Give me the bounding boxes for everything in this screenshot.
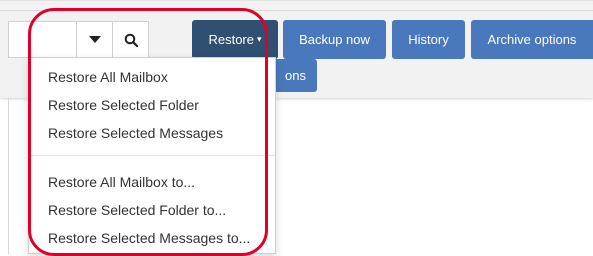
menu-item-restore-selected-folder-to[interactable]: Restore Selected Folder to... — [48, 201, 226, 219]
menu-item-restore-all-mailbox-to[interactable]: Restore All Mailbox to... — [48, 173, 195, 191]
search-input[interactable] — [8, 21, 76, 58]
menu-item-restore-selected-messages-to[interactable]: Restore Selected Messages to... — [48, 229, 250, 247]
restore-dropdown-menu: Restore All Mailbox Restore Selected Fol… — [28, 57, 276, 254]
restore-button-label: Restore — [208, 32, 254, 47]
backup-now-button[interactable]: Backup now — [283, 20, 386, 59]
dropdown-button[interactable] — [76, 21, 113, 58]
search-icon — [124, 33, 138, 47]
menu-item-restore-selected-folder[interactable]: Restore Selected Folder — [48, 96, 199, 114]
menu-item-restore-all-mailbox[interactable]: Restore All Mailbox — [48, 68, 168, 86]
top-border — [0, 10, 593, 11]
history-button[interactable]: History — [392, 20, 465, 59]
content-left-border — [8, 97, 9, 254]
restore-button[interactable]: Restore ▾ — [192, 20, 278, 59]
caret-down-icon: ▾ — [257, 34, 262, 44]
chevron-down-icon — [88, 35, 101, 43]
archive-options-button[interactable]: Archive options — [471, 20, 593, 59]
menu-item-restore-selected-messages[interactable]: Restore Selected Messages — [48, 124, 223, 142]
search-button[interactable] — [112, 21, 149, 58]
menu-divider — [29, 155, 275, 156]
